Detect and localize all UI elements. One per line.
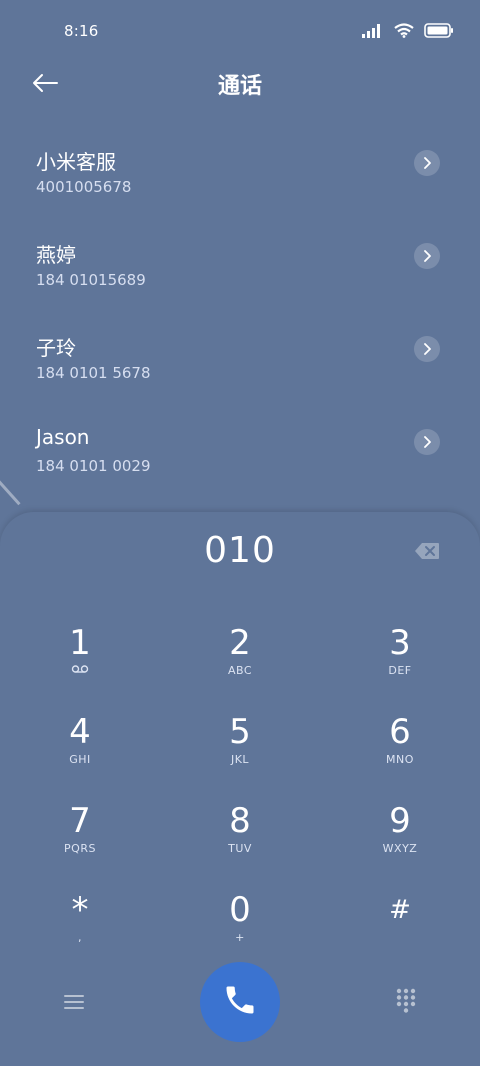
key-letters: + (235, 931, 245, 944)
chevron-right-icon (422, 154, 432, 173)
dial-input[interactable]: 010 (0, 530, 480, 571)
key-hash[interactable]: # (340, 891, 460, 971)
contact-details-button[interactable] (414, 243, 440, 269)
dialpad-panel: 010 1 2 ABC 3 DEF 4 GHI 5 JKL 6 MNO 7 PQ… (0, 512, 480, 1066)
key-letters: WXYZ (382, 842, 418, 855)
contact-details-button[interactable] (414, 150, 440, 176)
contact-item[interactable]: 子玲 184 0101 5678 (0, 316, 480, 409)
contact-item[interactable]: 小米客服 4001005678 (0, 130, 480, 223)
key-digit: 2 (229, 623, 251, 663)
chevron-right-icon (422, 433, 432, 452)
key-digit: 9 (389, 801, 411, 841)
contact-item[interactable]: 燕婷 184 01015689 (0, 223, 480, 316)
contact-number: 184 0101 0029 (36, 457, 151, 475)
contact-item[interactable]: Jason 184 0101 0029 (0, 409, 480, 502)
key-digit: 8 (229, 801, 251, 841)
key-4[interactable]: 4 GHI (20, 713, 140, 793)
key-digit: 4 (69, 712, 91, 752)
key-9[interactable]: 9 WXYZ (340, 802, 460, 882)
key-letters: GHI (69, 753, 91, 766)
header: 通话 (0, 62, 480, 108)
key-digit: * (71, 890, 89, 930)
key-digit: 1 (69, 623, 91, 663)
key-digit: # (389, 895, 411, 925)
status-time: 8:16 (64, 22, 99, 40)
chevron-right-icon (422, 247, 432, 266)
chevron-right-icon (422, 340, 432, 359)
contact-number: 184 01015689 (36, 271, 146, 289)
bottom-bar (0, 960, 480, 1050)
key-letters: , (78, 931, 82, 944)
key-digit: 5 (229, 712, 251, 752)
menu-icon (63, 993, 85, 1015)
contact-number: 184 0101 5678 (36, 364, 151, 382)
battery-icon (424, 23, 454, 42)
menu-button[interactable] (58, 988, 90, 1020)
key-letters: ABC (227, 664, 253, 677)
key-5[interactable]: 5 JKL (180, 713, 300, 793)
contact-name: 燕婷 (36, 243, 76, 267)
dialpad-toggle-button[interactable] (390, 986, 422, 1018)
key-1[interactable]: 1 (20, 624, 140, 704)
key-digit: 0 (229, 890, 251, 930)
phone-icon (222, 982, 258, 1022)
page-title: 通话 (217, 74, 262, 99)
wifi-icon (394, 23, 414, 42)
key-digit: 7 (69, 801, 91, 841)
contact-name: 子玲 (36, 336, 76, 360)
key-letters: PQRS (64, 842, 96, 855)
dialpad-icon (395, 987, 417, 1017)
signal-icon (362, 23, 384, 42)
key-0[interactable]: 0 + (180, 891, 300, 971)
key-digit: 3 (389, 623, 411, 663)
key-letters: DEF (388, 664, 412, 677)
key-2[interactable]: 2 ABC (180, 624, 300, 704)
key-6[interactable]: 6 MNO (340, 713, 460, 793)
status-bar: 8:16 (0, 0, 480, 62)
call-button[interactable] (200, 962, 280, 1042)
key-letters: TUV (228, 842, 252, 855)
contact-name: 小米客服 (36, 150, 116, 174)
key-7[interactable]: 7 PQRS (20, 802, 140, 882)
voicemail-icon (71, 664, 89, 678)
key-letters: MNO (386, 753, 414, 766)
key-digit: 6 (389, 712, 411, 752)
contact-details-button[interactable] (414, 429, 440, 455)
key-8[interactable]: 8 TUV (180, 802, 300, 882)
contact-number: 4001005678 (36, 178, 132, 196)
status-icons (362, 23, 454, 42)
key-star[interactable]: * , (20, 891, 140, 971)
contact-details-button[interactable] (414, 336, 440, 362)
contact-name: Jason (36, 425, 90, 449)
backspace-button[interactable] (412, 542, 442, 564)
key-letters: JKL (230, 753, 250, 766)
backspace-icon (414, 542, 440, 564)
key-3[interactable]: 3 DEF (340, 624, 460, 704)
contact-list: 小米客服 4001005678 燕婷 184 01015689 子玲 184 0… (0, 130, 480, 502)
